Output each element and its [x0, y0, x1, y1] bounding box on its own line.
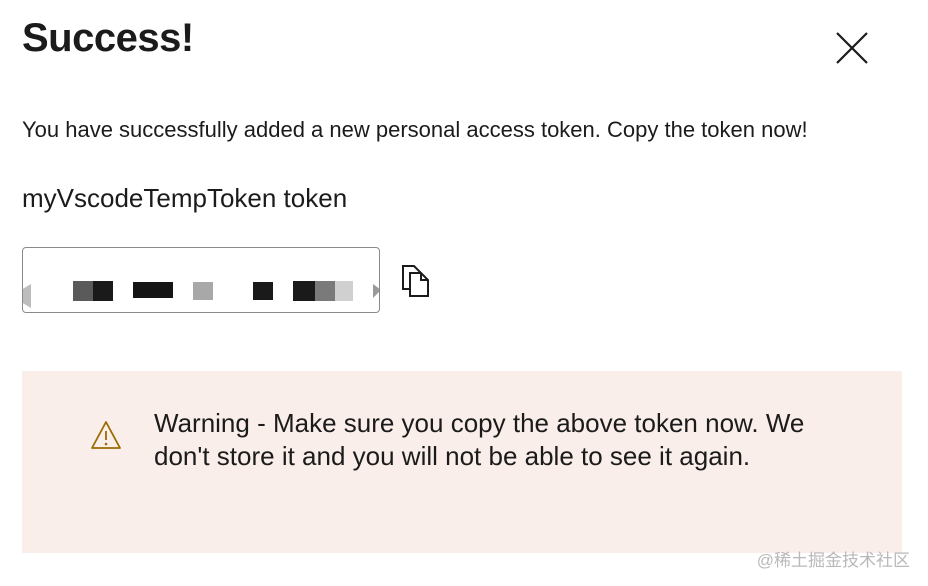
watermark: @稀土掘金技术社区 [756, 551, 910, 570]
dialog-title: Success! [22, 16, 194, 60]
warning-banner: Warning - Make sure you copy the above t… [22, 371, 902, 553]
token-field[interactable] [22, 247, 380, 313]
success-dialog: Success! You have successfully added a n… [0, 0, 928, 586]
close-icon [836, 32, 868, 64]
token-name-label: myVscodeTempToken token [22, 183, 348, 213]
warning-icon [91, 421, 121, 449]
copy-token-button[interactable] [400, 263, 432, 299]
close-button[interactable] [834, 30, 870, 66]
masked-token-value [23, 281, 379, 308]
success-message: You have successfully added a new person… [22, 117, 808, 142]
warning-text: Warning - Make sure you copy the above t… [154, 408, 805, 471]
copy-icon [402, 265, 429, 297]
